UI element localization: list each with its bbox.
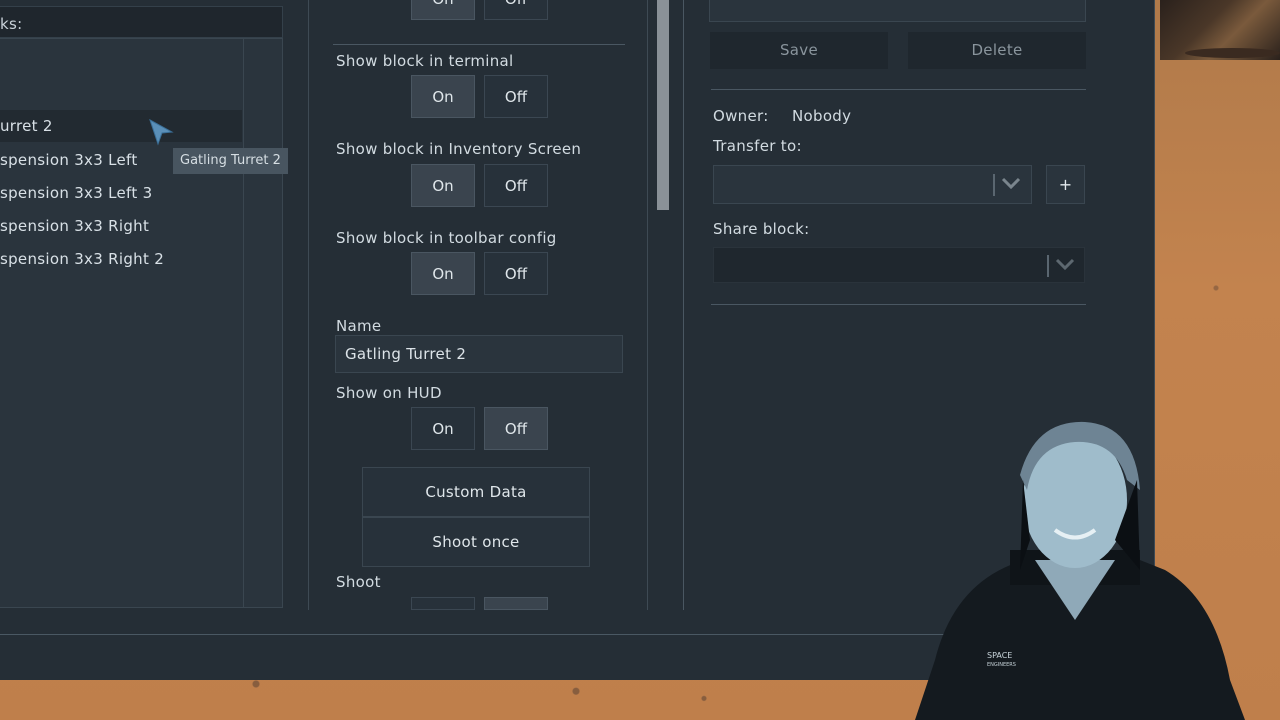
dropdown-separator — [1047, 255, 1049, 277]
show-in-terminal-label: Show block in terminal — [336, 52, 514, 70]
blocks-list[interactable]: urret 2 spension 3x3 Left spension 3x3 L… — [0, 38, 283, 608]
toggle-label: On — [432, 0, 453, 8]
controls-scrollbar-thumb[interactable] — [657, 0, 669, 210]
toggle-label: Off — [504, 88, 528, 106]
name-input[interactable]: Gatling Turret 2 — [335, 335, 623, 373]
show-on-hud-label: Show on HUD — [336, 384, 442, 402]
toggle-label: On — [432, 265, 454, 283]
background-shadow — [1185, 48, 1280, 58]
mouse-cursor-icon — [149, 118, 174, 146]
section-divider — [711, 89, 1086, 90]
custom-data-button[interactable]: Custom Data — [362, 467, 590, 517]
list-item[interactable]: urret 2 — [0, 110, 242, 142]
show-on-hud-on-button[interactable]: On — [411, 407, 475, 450]
blocks-header: ks: — [0, 6, 283, 38]
delete-button[interactable]: Delete — [908, 32, 1086, 69]
shirt-logo-line1: SPACE — [987, 651, 1012, 660]
show-in-inventory-label: Show block in Inventory Screen — [336, 140, 582, 158]
name-input-value: Gatling Turret 2 — [345, 345, 467, 363]
transfer-dropdown[interactable] — [713, 165, 1032, 204]
show-in-toolbar-on-button[interactable]: On — [411, 252, 475, 295]
list-item[interactable]: spension 3x3 Right 2 — [0, 243, 242, 275]
toggle-label: On — [432, 420, 454, 438]
owner-label: Owner: — [713, 107, 769, 125]
tooltip: Gatling Turret 2 — [173, 148, 288, 174]
toggle-label: Off — [504, 265, 528, 283]
share-block-dropdown[interactable] — [713, 247, 1085, 283]
shoot-off-button[interactable] — [484, 597, 548, 610]
top-on-button[interactable]: On — [411, 0, 475, 20]
top-off-button[interactable]: Off — [484, 0, 548, 20]
list-item[interactable]: spension 3x3 Left 3 — [0, 177, 242, 209]
shirt-logo-line2: ENGINEERS — [987, 662, 1016, 668]
shoot-label: Shoot — [336, 573, 381, 591]
shoot-once-button[interactable]: Shoot once — [362, 517, 590, 567]
list-item-label: spension 3x3 Right — [0, 217, 150, 235]
toggle-label: On — [432, 177, 454, 195]
section-divider — [333, 44, 625, 45]
show-on-hud-off-button[interactable]: Off — [484, 407, 548, 450]
blocks-header-label: ks: — [0, 15, 23, 33]
owner-value: Nobody — [792, 107, 852, 125]
list-item-label: spension 3x3 Left — [0, 151, 138, 169]
name-label: Name — [336, 317, 382, 335]
show-in-inventory-off-button[interactable]: Off — [484, 164, 548, 207]
transfer-label: Transfer to: — [713, 137, 802, 155]
chevron-down-icon — [1001, 177, 1021, 190]
show-in-inventory-on-button[interactable]: On — [411, 164, 475, 207]
list-item-label: spension 3x3 Right 2 — [0, 250, 165, 268]
divider — [647, 0, 648, 610]
share-block-label: Share block: — [713, 220, 810, 238]
shoot-on-button[interactable] — [411, 597, 475, 610]
toggle-label: Off — [504, 177, 528, 195]
show-in-toolbar-label: Show block in toolbar config — [336, 229, 557, 247]
list-item[interactable]: spension 3x3 Right — [0, 210, 242, 242]
chevron-down-icon — [1055, 258, 1075, 271]
toggle-label: Off — [505, 0, 527, 8]
divider — [308, 0, 309, 610]
show-in-terminal-on-button[interactable]: On — [411, 75, 475, 118]
save-button[interactable]: Save — [710, 32, 888, 69]
dropdown-separator — [993, 174, 995, 196]
list-item-label: urret 2 — [0, 117, 53, 135]
info-field — [709, 0, 1086, 22]
toggle-label: Off — [504, 420, 528, 438]
divider — [683, 0, 684, 610]
webcam-presenter: SPACE ENGINEERS — [915, 421, 1245, 720]
list-item-label: spension 3x3 Left 3 — [0, 184, 153, 202]
toggle-label: On — [432, 88, 454, 106]
list-scrollbar[interactable] — [243, 39, 283, 607]
section-divider — [711, 304, 1086, 305]
add-button[interactable]: + — [1046, 165, 1085, 204]
show-in-toolbar-off-button[interactable]: Off — [484, 252, 548, 295]
show-in-terminal-off-button[interactable]: Off — [484, 75, 548, 118]
